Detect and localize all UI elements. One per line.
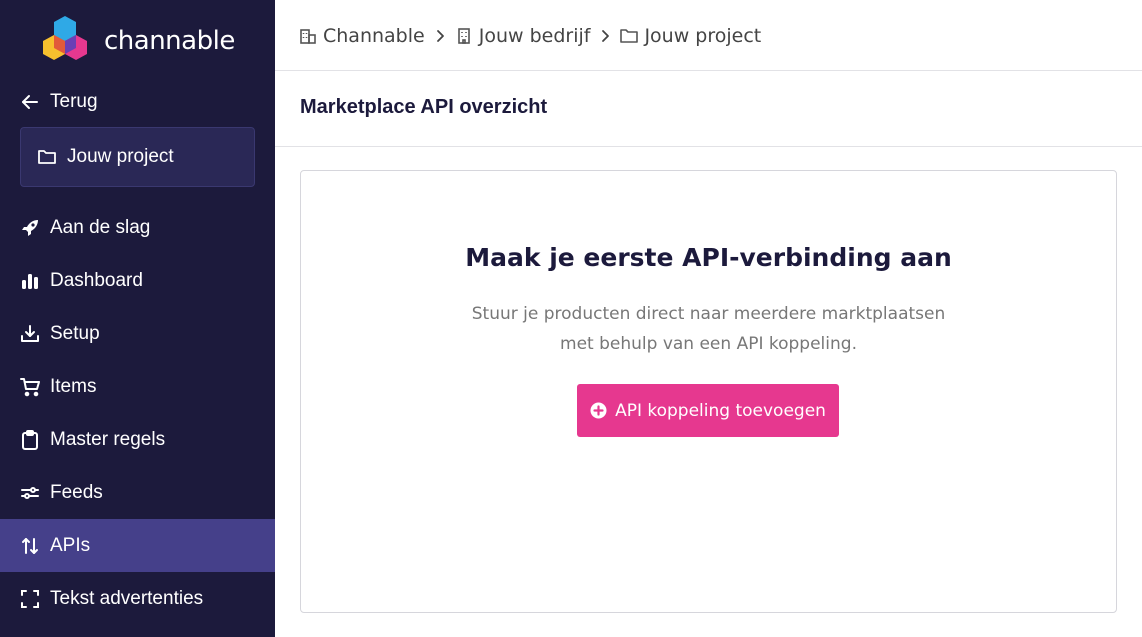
sidebar-item-label: APIs — [50, 534, 91, 556]
breadcrumb-label: Channable — [323, 25, 425, 47]
sidebar-item-tekst-advertenties[interactable]: Tekst advertenties — [0, 572, 275, 625]
sidebar-nav: Aan de slag Dashboard Setup Items Master… — [0, 201, 275, 625]
title-divider — [275, 146, 1142, 147]
project-label: Jouw project — [67, 146, 174, 167]
empty-state-card: Maak je eerste API-verbinding aan Stuur … — [300, 170, 1117, 613]
breadcrumb-item-jouw-bedrijf[interactable]: Jouw bedrijf — [455, 25, 591, 47]
breadcrumb-label: Jouw project — [644, 25, 762, 47]
sidebar-item-feeds[interactable]: Feeds — [0, 466, 275, 519]
sidebar-item-label: Items — [50, 375, 97, 397]
sidebar-item-setup[interactable]: Setup — [0, 307, 275, 360]
buildings-icon — [300, 29, 316, 44]
empty-state-line-1: Stuur je producten direct naar meerdere … — [471, 304, 946, 324]
empty-state-line-2: met behulp van een API koppeling. — [560, 334, 857, 354]
page-title: Marketplace API overzicht — [300, 96, 548, 118]
sidebar-item-dashboard[interactable]: Dashboard — [0, 254, 275, 307]
sidebar-item-items[interactable]: Items — [0, 360, 275, 413]
header-divider — [275, 70, 1142, 71]
sidebar-item-aan-de-slag[interactable]: Aan de slag — [0, 201, 275, 254]
empty-state-description: Stuur je producten direct naar meerdere … — [301, 299, 1116, 359]
sidebar-item-label: Master regels — [50, 428, 166, 450]
channable-logo-icon — [43, 16, 87, 60]
sidebar-item-label: Feeds — [50, 481, 103, 503]
bar-chart-icon — [22, 273, 38, 289]
sidebar-item-label: Aan de slag — [50, 216, 151, 238]
clipboard-icon — [22, 429, 38, 450]
chevron-right-icon — [602, 30, 610, 42]
breadcrumb-item-jouw-project[interactable]: Jouw project — [620, 25, 761, 47]
plus-circle-icon — [590, 402, 607, 419]
download-icon — [21, 324, 39, 342]
cart-icon — [20, 377, 40, 396]
add-api-connection-button[interactable]: API koppeling toevoegen — [577, 384, 839, 437]
sliders-icon — [21, 486, 39, 499]
rocket-icon — [22, 219, 38, 236]
main-content: Channable Jouw bedrijf Jouw project Mark… — [275, 0, 1142, 637]
sidebar: channable Terug Jouw project Aan de slag… — [0, 0, 275, 637]
arrow-left-icon — [22, 95, 38, 109]
frame-icon — [21, 589, 39, 608]
breadcrumb-label: Jouw bedrijf — [478, 25, 591, 47]
folder-icon — [38, 150, 56, 164]
sidebar-item-label: Tekst advertenties — [50, 587, 204, 609]
chevron-right-icon — [436, 30, 444, 42]
sidebar-item-master-regels[interactable]: Master regels — [0, 413, 275, 466]
building-icon — [457, 28, 470, 44]
breadcrumb-item-channable[interactable]: Channable — [299, 25, 425, 47]
sidebar-item-label: Setup — [50, 322, 100, 344]
empty-state-heading: Maak je eerste API-verbinding aan — [465, 243, 952, 272]
logo[interactable]: channable — [38, 14, 235, 68]
sidebar-item-label: Dashboard — [50, 269, 143, 291]
brand-name: channable — [104, 26, 235, 56]
project-selector[interactable]: Jouw project — [20, 127, 255, 187]
sidebar-item-apis[interactable]: APIs — [0, 519, 275, 572]
breadcrumb: Channable Jouw bedrijf Jouw project — [299, 22, 761, 50]
add-api-connection-label: API koppeling toevoegen — [615, 400, 826, 421]
folder-icon — [620, 29, 639, 43]
back-link[interactable]: Terug — [20, 88, 98, 116]
back-label: Terug — [50, 91, 98, 112]
arrows-updown-icon — [22, 537, 38, 554]
